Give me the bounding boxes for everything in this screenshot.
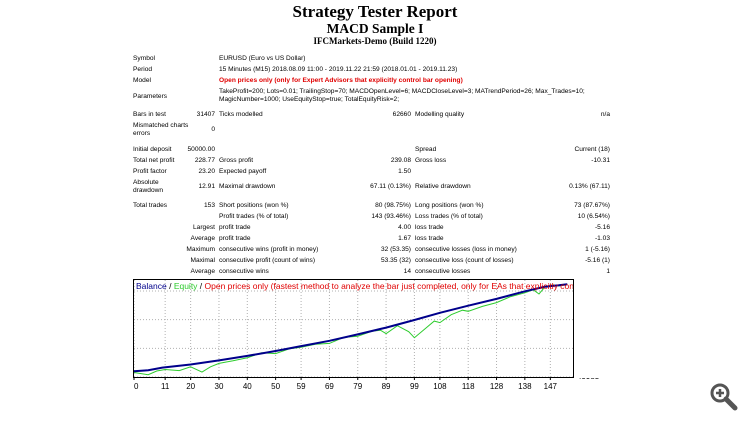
gross-profit-value: 239.08 — [390, 157, 411, 164]
maximal-drawdown-label: Maximal drawdown — [219, 183, 276, 190]
legend-equity: Equity — [174, 281, 198, 291]
symbol-label: Symbol — [133, 55, 155, 62]
spread-label: Spread — [415, 146, 437, 153]
parameters-line-2: MagicNumber=1000; UseEquityStop=true; To… — [219, 96, 400, 103]
avg-cons-wins-label: consecutive wins — [219, 268, 269, 275]
relative-drawdown-label: Relative drawdown — [415, 183, 471, 190]
magnifier-plus-icon[interactable] — [708, 381, 738, 411]
cons-loss-count-label: consecutive loss (count of losses) — [415, 257, 514, 264]
period-label: Period — [133, 66, 153, 73]
average-profit-label: profit trade — [219, 235, 251, 242]
largest-loss-value: -5.16 — [594, 224, 610, 231]
absolute-drawdown-label: Absolute drawdown — [133, 179, 164, 194]
loss-trades-label: Loss trades (% of total) — [415, 213, 483, 220]
x-axis-labels: 0 11 20 30 40 50 59 69 79 89 99 108 118 128 138 147 — [134, 382, 558, 391]
cons-losses-money-value: 1 (-5.16) — [585, 246, 610, 253]
profit-trades-label: Profit trades (% of total) — [219, 213, 289, 220]
short-positions-label: Short positions (won %) — [219, 202, 289, 209]
mismatched-value: 0 — [211, 126, 215, 133]
parameters-label: Parameters — [133, 93, 168, 100]
total-trades-value: 153 — [203, 202, 215, 209]
legend-balance: Balance — [136, 281, 167, 291]
cons-losses-money-label: consecutive losses (loss in money) — [415, 246, 517, 253]
profit-trades-value: 143 (93.46%) — [371, 213, 411, 220]
period-value: 15 Minutes (M15) 2018.08.09 11:00 - 2019… — [219, 66, 458, 73]
parameters-line-1: TakeProfit=200; Lots=0.01; TrailingStop=… — [219, 88, 585, 95]
avg-cons-wins-value: 14 — [403, 268, 411, 275]
loss-trades-value: 10 (6.54%) — [577, 213, 610, 220]
x-tick-label: 128 — [490, 382, 504, 391]
largest-profit-value: 4.00 — [398, 224, 411, 231]
gross-loss-label: Gross loss — [415, 157, 447, 164]
long-positions-value: 73 (87.67%) — [574, 202, 610, 209]
ticks-value: 62660 — [392, 111, 411, 118]
report-title: Strategy Tester Report — [292, 2, 458, 21]
x-tick-label: 79 — [353, 382, 362, 391]
x-tick-label: 89 — [382, 382, 391, 391]
maximal-drawdown-value: 67.11 (0.13%) — [370, 183, 411, 190]
total-trades-label: Total trades — [133, 202, 168, 209]
cons-profit-count-label: consecutive profit (count of wins) — [219, 257, 316, 264]
cons-loss-count-value: -5.16 (1) — [585, 257, 610, 264]
largest-loss-label: loss trade — [415, 224, 444, 231]
x-tick-label: 20 — [186, 382, 195, 391]
bars-value: 31407 — [196, 111, 215, 118]
bars-label: Bars in test — [133, 111, 166, 118]
cons-wins-money-value: 32 (53.35) — [380, 246, 411, 253]
x-tick-label: 69 — [325, 382, 334, 391]
average-label: Average — [190, 235, 215, 242]
average-profit-value: 1.67 — [398, 235, 411, 242]
x-tick-label: 118 — [462, 382, 475, 391]
cons-wins-money-label: consecutive wins (profit in money) — [219, 246, 319, 253]
maximal-label: Maximal — [190, 257, 215, 264]
avg-cons-losses-value: 1 — [606, 268, 610, 275]
modelling-label: Modelling quality — [415, 111, 465, 118]
largest-label: Largest — [193, 224, 215, 231]
model-value: Open prices only (only for Expert Adviso… — [219, 77, 463, 84]
net-profit-value: 228.77 — [194, 157, 215, 164]
absolute-drawdown-value: 12.91 — [198, 183, 215, 190]
largest-profit-label: profit trade — [219, 224, 251, 231]
long-positions-label: Long positions (won %) — [415, 202, 484, 209]
expert-name: MACD Sample I — [326, 21, 424, 36]
x-tick-label: 138 — [518, 382, 532, 391]
x-tick-label: 0 — [134, 382, 139, 391]
x-tick-label: 50 — [271, 382, 280, 391]
ticks-label: Ticks modelled — [219, 111, 263, 118]
relative-drawdown-value: 0.13% (67.11) — [569, 183, 610, 190]
legend-clip — [574, 279, 613, 378]
x-tick-label: 59 — [297, 382, 306, 391]
spread-value: Current (18) — [574, 146, 610, 153]
model-label: Model — [133, 77, 151, 84]
x-tick-label: 11 — [161, 382, 170, 391]
expected-payoff-label: Expected payoff — [219, 168, 267, 175]
average-loss-value: -1.03 — [594, 235, 610, 242]
gross-loss-value: -10.31 — [591, 157, 610, 164]
avg-cons-losses-label: consecutive losses — [415, 268, 471, 275]
modelling-value: n/a — [600, 111, 610, 118]
x-tick-label: 147 — [544, 382, 558, 391]
maximum-label: Maximum — [186, 246, 215, 253]
chart-legend: Balance / Equity / Open prices only (fas… — [136, 281, 593, 291]
x-tick-label: 40 — [243, 382, 252, 391]
short-positions-value: 80 (98.75%) — [375, 202, 411, 209]
x-tick-label: 30 — [215, 382, 224, 391]
initial-deposit-value: 50000.00 — [187, 146, 215, 153]
expected-payoff-value: 1.50 — [398, 168, 411, 175]
average-loss-label: loss trade — [415, 235, 444, 242]
legend-model: Open prices only (fastest method to anal… — [205, 281, 594, 291]
x-tick-label: 99 — [410, 382, 419, 391]
gross-profit-label: Gross profit — [219, 157, 254, 164]
balance-equity-chart: 50211501355005949983 0112030405059697989… — [133, 279, 613, 391]
average-cons-label: Average — [190, 268, 215, 275]
x-tick-label: 108 — [433, 382, 447, 391]
profit-factor-value: 23.20 — [198, 168, 215, 175]
server-build: IFCMarkets-Demo (Build 1220) — [313, 36, 437, 46]
symbol-value: EURUSD (Euro vs US Dollar) — [219, 55, 306, 62]
cons-profit-count-value: 53.35 (32) — [380, 257, 411, 264]
